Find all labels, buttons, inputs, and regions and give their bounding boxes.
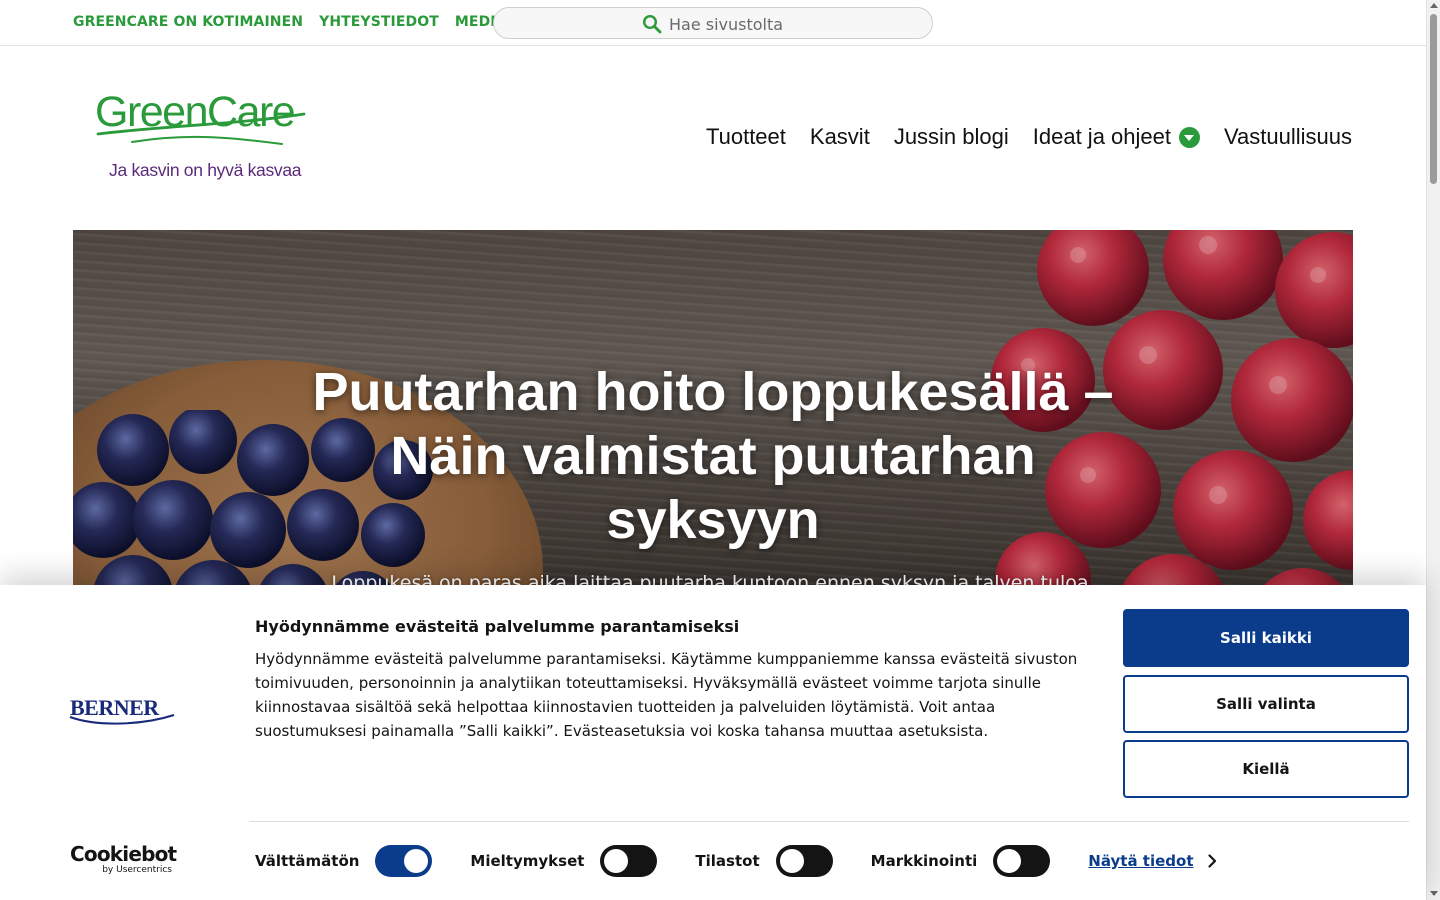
toggle-group-necessary: Välttämätön — [255, 845, 433, 877]
nav-item-tuotteet[interactable]: Tuotteet — [706, 124, 786, 150]
link-yhteystiedot[interactable]: YHTEYSTIEDOT — [319, 14, 439, 30]
greencare-logo[interactable]: GreenCare Ja kasvin on hyvä kasvaa — [92, 84, 312, 184]
statistics-toggle[interactable] — [775, 845, 833, 877]
top-utility-bar: GREENCARE ON KOTIMAINEN YHTEYSTIEDOT MED… — [0, 0, 1426, 46]
cookie-category-toggles: Välttämätön Mieltymykset Tilastot Markki… — [255, 845, 1217, 877]
scroll-down-arrow-icon[interactable] — [1430, 891, 1438, 896]
cookie-consent-banner: BERNER Hyödynnämme evästeitä palvelumme … — [0, 585, 1426, 900]
greencare-logo-image: GreenCare Ja kasvin on hyvä kasvaa — [95, 88, 306, 180]
nav-label: Tuotteet — [705, 124, 786, 149]
logo-tagline: Ja kasvin on hyvä kasvaa — [109, 160, 302, 180]
chevron-down-icon[interactable] — [1179, 126, 1200, 148]
link-greencare-kotimainen[interactable]: GREENCARE ON KOTIMAINEN — [73, 14, 303, 30]
toggle-knob — [604, 849, 629, 873]
search-icon[interactable] — [642, 14, 662, 34]
marketing-toggle[interactable] — [993, 845, 1051, 877]
berner-wordmark: BERNER — [70, 695, 160, 720]
toggle-label: Markkinointi — [870, 852, 978, 870]
preferences-toggle[interactable] — [600, 845, 658, 877]
page-scrollbar[interactable] — [1426, 0, 1440, 900]
toggle-label: Tilastot — [695, 852, 760, 870]
nav-label: Kasvit — [809, 124, 870, 149]
nav-item-vastuullisuus[interactable]: Vastuullisuus — [1224, 124, 1352, 150]
berner-logo: BERNER — [69, 695, 175, 725]
toggle-label: Mieltymykset — [470, 852, 585, 870]
nav-item-ideat-ja-ohjeet[interactable]: Ideat ja ohjeet — [1033, 124, 1200, 150]
cookiebot-logo[interactable]: Cookiebot by Usercentrics — [70, 842, 177, 878]
nav-label: Vastuullisuus — [1224, 124, 1352, 149]
toggle-group-marketing: Markkinointi — [871, 845, 1051, 877]
main-navigation: Tuotteet Kasvit Jussin blogi Ideat ja oh… — [706, 124, 1352, 150]
allow-selection-button[interactable]: Salli valinta — [1123, 675, 1409, 733]
cookie-title: Hyödynnämme evästeitä palvelumme paranta… — [255, 617, 740, 636]
toggle-knob — [779, 849, 804, 873]
toggle-knob — [404, 849, 429, 873]
toggle-knob — [997, 849, 1022, 873]
show-details-link[interactable]: Näytä tiedot — [1088, 852, 1216, 870]
toggle-group-statistics: Tilastot — [695, 845, 833, 877]
site-search — [493, 7, 933, 39]
nav-item-jussin-blogi[interactable]: Jussin blogi — [894, 124, 1009, 150]
toggle-group-preferences: Mieltymykset — [470, 845, 658, 877]
nav-item-kasvit[interactable]: Kasvit — [810, 124, 870, 150]
cookie-divider — [249, 821, 1409, 822]
cookiebot-byline: by Usercentrics — [102, 865, 172, 875]
necessary-toggle[interactable] — [375, 845, 433, 877]
search-input[interactable] — [669, 12, 919, 36]
utility-links: GREENCARE ON KOTIMAINEN YHTEYSTIEDOT MED… — [73, 14, 534, 30]
logo-wordmark: GreenCare — [95, 88, 294, 136]
chevron-right-icon — [1207, 854, 1216, 868]
toggle-label: Välttämätön — [255, 852, 360, 870]
allow-all-button[interactable]: Salli kaikki — [1123, 609, 1409, 667]
cookiebot-wordmark: Cookiebot — [70, 842, 177, 866]
scroll-up-arrow-icon[interactable] — [1430, 3, 1438, 8]
hero-title: Puutarhan hoito loppukesällä – Näin valm… — [312, 362, 1114, 550]
deny-button[interactable]: Kiellä — [1123, 740, 1409, 798]
cookie-description: Hyödynnämme evästeitä palvelumme paranta… — [255, 650, 1078, 740]
nav-label: Jussin blogi — [893, 124, 1009, 149]
show-details-label: Näytä tiedot — [1088, 852, 1194, 870]
scrollbar-thumb[interactable] — [1430, 14, 1437, 184]
nav-label: Ideat ja ohjeet — [1032, 124, 1171, 149]
